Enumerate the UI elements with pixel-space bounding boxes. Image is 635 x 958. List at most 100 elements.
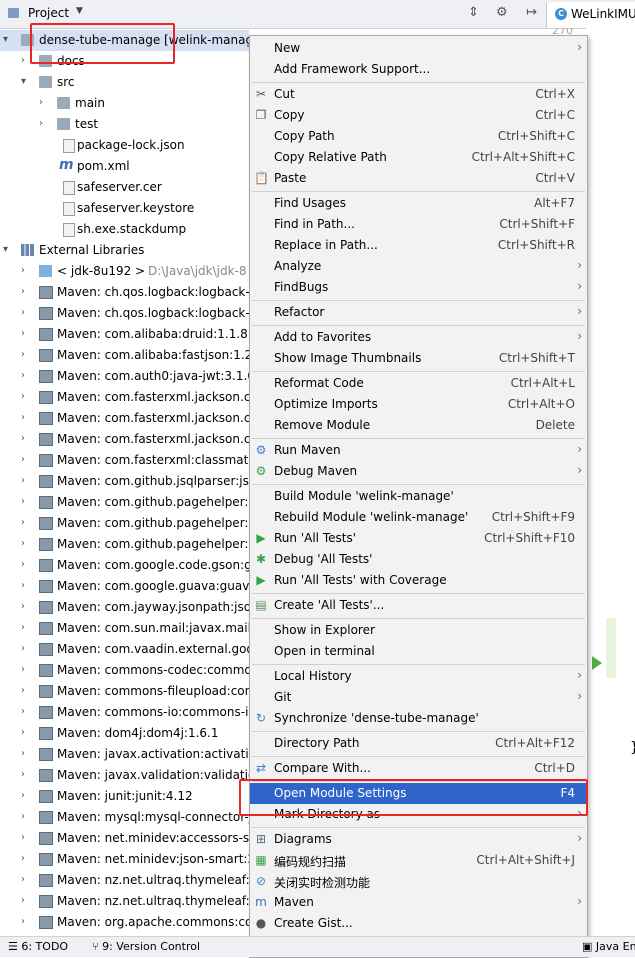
menu-item-analyze[interactable]: Analyze › (250, 256, 587, 277)
menu-item-run-all-tests[interactable]: ▶ Run 'All Tests' Ctrl+Shift+F10 (250, 528, 587, 549)
tree-row[interactable]: safeserver.keystore (0, 198, 249, 219)
chevron-right-icon[interactable]: › (21, 454, 25, 465)
tree-row[interactable]: safeserver.cer (0, 177, 249, 198)
chevron-right-icon[interactable]: › (21, 433, 25, 444)
version-control-tab[interactable]: ⑂ 9: Version Control (92, 940, 200, 953)
chevron-right-icon[interactable]: › (21, 412, 25, 423)
tree-row[interactable]: › Maven: commons-fileupload:con (0, 681, 249, 702)
chevron-right-icon[interactable]: › (21, 55, 25, 66)
menu-item-copy[interactable]: ❐ Copy Ctrl+C (250, 105, 587, 126)
menu-item-directory-path[interactable]: Directory Path Ctrl+Alt+F12 (250, 733, 587, 754)
hide-panel-icon[interactable]: ↦ (526, 5, 537, 20)
chevron-down-icon[interactable]: ▼ (76, 6, 83, 16)
chevron-right-icon[interactable]: › (21, 391, 25, 402)
menu-item-refactor[interactable]: Refactor › (250, 302, 587, 323)
menu-item-replace-in-path[interactable]: Replace in Path... Ctrl+Shift+R (250, 235, 587, 256)
tree-row[interactable]: › Maven: net.minidev:accessors-sm (0, 828, 249, 849)
chevron-right-icon[interactable]: › (21, 307, 25, 318)
tree-row[interactable]: › Maven: ch.qos.logback:logback- (0, 303, 249, 324)
tree-row[interactable]: › Maven: commons-io:commons-io (0, 702, 249, 723)
chevron-right-icon[interactable]: › (39, 97, 43, 108)
chevron-right-icon[interactable]: › (21, 664, 25, 675)
java-enterprise-tab[interactable]: ▣ Java Ent (582, 940, 635, 953)
tree-row[interactable]: › Maven: com.fasterxml:classmate: (0, 450, 249, 471)
chevron-down-icon[interactable]: ▾ (21, 76, 26, 87)
menu-item-run-all-tests-with-coverage[interactable]: ▶ Run 'All Tests' with Coverage (250, 570, 587, 591)
run-gutter-icon[interactable] (592, 656, 602, 670)
chevron-right-icon[interactable]: › (21, 538, 25, 549)
chevron-right-icon[interactable]: › (21, 265, 25, 276)
tree-row[interactable]: › Maven: com.alibaba:fastjson:1.2. (0, 345, 249, 366)
tree-row[interactable]: › Maven: com.auth0:java-jwt:3.1.0 (0, 366, 249, 387)
chevron-right-icon[interactable]: › (21, 370, 25, 381)
chevron-right-icon[interactable]: › (21, 601, 25, 612)
menu-item-synchronize-dense-tube-manage[interactable]: ↻ Synchronize 'dense-tube-manage' (250, 708, 587, 729)
tree-row[interactable]: ▾ External Libraries (0, 240, 249, 261)
menu-item-item-50[interactable]: ▦ 编码规约扫描 Ctrl+Alt+Shift+J (250, 850, 587, 871)
tree-row[interactable]: › test (0, 114, 249, 135)
editor-tab[interactable]: C WeLinkIMU (546, 2, 635, 28)
chevron-right-icon[interactable]: › (21, 328, 25, 339)
tree-row[interactable]: › Maven: com.github.jsqlparser:jsq (0, 471, 249, 492)
tree-row[interactable]: › Maven: com.github.pagehelper:p (0, 534, 249, 555)
tree-row[interactable]: ▾ src (0, 72, 249, 93)
menu-item-debug-all-tests[interactable]: ✱ Debug 'All Tests' (250, 549, 587, 570)
chevron-right-icon[interactable]: › (21, 895, 25, 906)
tree-row[interactable]: › Maven: com.fasterxml.jackson.co (0, 429, 249, 450)
chevron-right-icon[interactable]: › (39, 118, 43, 129)
chevron-right-icon[interactable]: › (21, 559, 25, 570)
chevron-right-icon[interactable]: › (21, 475, 25, 486)
menu-item-add-framework-support[interactable]: Add Framework Support... (250, 59, 587, 80)
tree-row[interactable]: › Maven: net.minidev:json-smart:2. (0, 849, 249, 870)
menu-item-cut[interactable]: ✂ Cut Ctrl+X (250, 84, 587, 105)
tree-row[interactable]: › Maven: com.fasterxml.jackson.co (0, 408, 249, 429)
menu-item-findbugs[interactable]: FindBugs › (250, 277, 587, 298)
tree-row[interactable]: › Maven: com.vaadin.external.goo (0, 639, 249, 660)
menu-item-item-51[interactable]: ⊘ 关闭实时检测功能 (250, 871, 587, 892)
chevron-right-icon[interactable]: › (21, 811, 25, 822)
menu-item-run-maven[interactable]: ⚙ Run Maven › (250, 440, 587, 461)
collapse-all-icon[interactable]: ⇕ (468, 5, 479, 20)
chevron-down-icon[interactable]: ▾ (3, 244, 8, 255)
menu-item-find-usages[interactable]: Find Usages Alt+F7 (250, 193, 587, 214)
menu-item-reformat-code[interactable]: Reformat Code Ctrl+Alt+L (250, 373, 587, 394)
tree-row[interactable]: › Maven: com.github.pagehelper:p (0, 492, 249, 513)
menu-item-copy-path[interactable]: Copy Path Ctrl+Shift+C (250, 126, 587, 147)
tree-row[interactable]: › Maven: nz.net.ultraq.thymeleaf:th (0, 870, 249, 891)
chevron-right-icon[interactable]: › (21, 496, 25, 507)
tree-row[interactable]: › Maven: junit:junit:4.12 (0, 786, 249, 807)
menu-item-show-image-thumbnails[interactable]: Show Image Thumbnails Ctrl+Shift+T (250, 348, 587, 369)
menu-item-copy-relative-path[interactable]: Copy Relative Path Ctrl+Alt+Shift+C (250, 147, 587, 168)
tree-row[interactable]: › Maven: com.alibaba:druid:1.1.8 (0, 324, 249, 345)
tree-row[interactable]: › Maven: org.apache.commons:co (0, 912, 249, 933)
menu-item-maven[interactable]: m Maven › (250, 892, 587, 913)
menu-item-local-history[interactable]: Local History › (250, 666, 587, 687)
menu-item-diagrams[interactable]: ⊞ Diagrams › (250, 829, 587, 850)
tree-row[interactable]: package-lock.json (0, 135, 249, 156)
tree-row[interactable]: m pom.xml (0, 156, 249, 177)
menu-item-open-in-terminal[interactable]: Open in terminal (250, 641, 587, 662)
tree-row[interactable]: › Maven: com.jayway.jsonpath:json (0, 597, 249, 618)
chevron-right-icon[interactable]: › (21, 349, 25, 360)
menu-item-new[interactable]: New › (250, 38, 587, 59)
chevron-right-icon[interactable]: › (21, 706, 25, 717)
menu-item-paste[interactable]: 📋 Paste Ctrl+V (250, 168, 587, 189)
menu-item-compare-with[interactable]: ⇄ Compare With... Ctrl+D (250, 758, 587, 779)
tree-row[interactable]: › Maven: com.github.pagehelper:p (0, 513, 249, 534)
chevron-right-icon[interactable]: › (21, 916, 25, 927)
project-view-title[interactable]: Project (28, 6, 69, 20)
tree-row[interactable]: › Maven: nz.net.ultraq.thymeleaf:th (0, 891, 249, 912)
chevron-right-icon[interactable]: › (21, 769, 25, 780)
chevron-down-icon[interactable]: ▾ (3, 34, 8, 45)
menu-item-remove-module[interactable]: Remove Module Delete (250, 415, 587, 436)
menu-item-optimize-imports[interactable]: Optimize Imports Ctrl+Alt+O (250, 394, 587, 415)
chevron-right-icon[interactable]: › (21, 580, 25, 591)
chevron-right-icon[interactable]: › (21, 727, 25, 738)
tree-row[interactable]: › main (0, 93, 249, 114)
chevron-right-icon[interactable]: › (21, 622, 25, 633)
chevron-right-icon[interactable]: › (21, 517, 25, 528)
tree-row[interactable]: › Maven: com.google.code.gson:g (0, 555, 249, 576)
chevron-right-icon[interactable]: › (21, 643, 25, 654)
tree-row[interactable]: › Maven: javax.validation:validation (0, 765, 249, 786)
tree-row[interactable]: › Maven: com.fasterxml.jackson.co (0, 387, 249, 408)
